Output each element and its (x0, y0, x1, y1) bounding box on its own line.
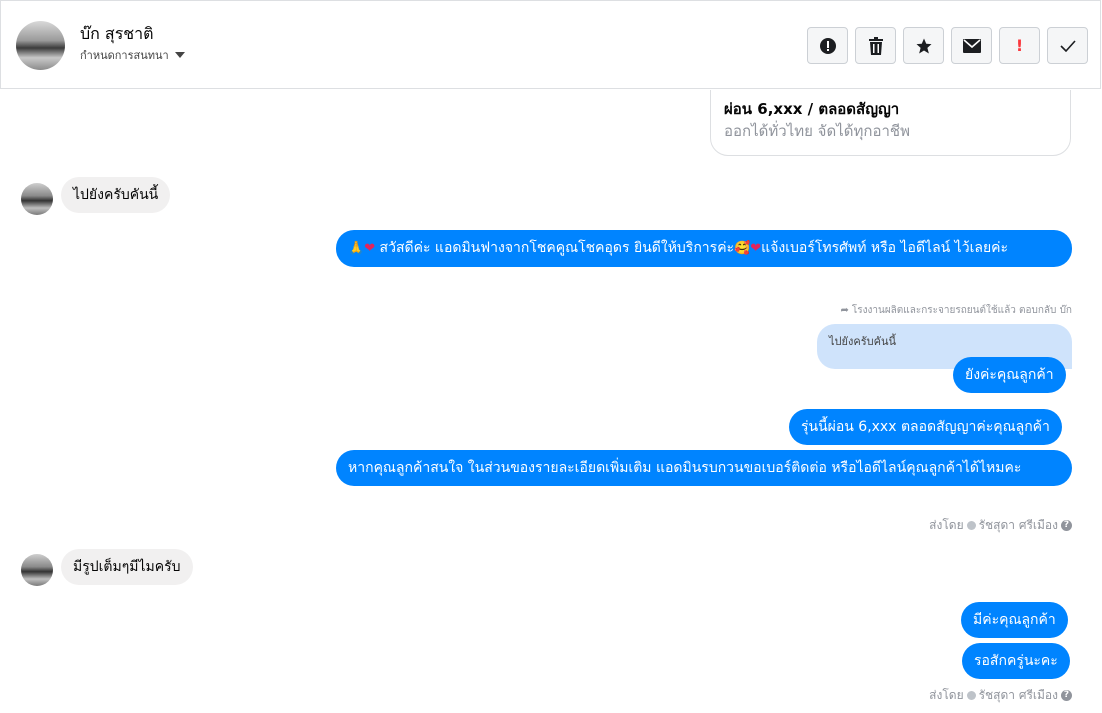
exclamation-icon: ! (1015, 36, 1024, 55)
sender-avatar (21, 554, 53, 586)
message-text-tail: แจ้งเบอร์โทรศัพท์ หรือ ไอดีไลน์ ไว้เลยค่… (761, 240, 1009, 256)
outgoing-message[interactable]: รุ่นนี้ผ่อน 6,xxx ตลอดสัญญาค่ะคุณลูกค้า (789, 409, 1062, 445)
sent-by-name[interactable]: รัชสุดา ศรีเมือง (979, 686, 1058, 705)
outgoing-message[interactable]: มีค่ะคุณลูกค้า (961, 602, 1068, 638)
heart-icon: ❤ (750, 241, 762, 256)
outgoing-message[interactable]: 🙏❤ สวัสดีค่ะ แอดมินฟางจากโชคคูณโชคอุดร ย… (336, 230, 1072, 267)
message-thread[interactable]: ผ่อน 6,xxx / ตลอดสัญญา ออกได้ทั่วไทย จัด… (0, 90, 1102, 713)
check-icon (1059, 39, 1076, 52)
reply-arrow-icon: ➦ (840, 305, 849, 316)
spam-button[interactable]: ! (999, 27, 1040, 64)
reply-meta-text: โรงงานผลิตและกระจายรถยนต์ใช้แล้ว ตอบกลับ… (851, 305, 1072, 316)
pray-icon: 🙏 (348, 241, 365, 256)
caret-down-icon (174, 52, 185, 58)
sender-avatar (21, 183, 53, 215)
trash-icon (868, 36, 883, 55)
star-button[interactable] (903, 27, 944, 64)
sent-by-meta: ส่งโดย รัชสุดา ศรีเมือง ? (929, 686, 1072, 705)
sent-by-label: ส่งโดย (929, 688, 964, 702)
sent-by-meta: ส่งโดย รัชสุดา ศรีเมือง ? (929, 516, 1072, 535)
sent-by-label: ส่งโดย (929, 518, 964, 532)
done-button[interactable] (1047, 27, 1088, 64)
reply-meta: ➦ โรงงานผลิตและกระจายรถยนต์ใช้แล้ว ตอบกล… (840, 303, 1072, 318)
help-icon[interactable]: ? (1061, 520, 1072, 531)
sent-by-name[interactable]: รัชสุดา ศรีเมือง (979, 516, 1058, 535)
outgoing-message[interactable]: ยังค่ะคุณลูกค้า (953, 357, 1066, 393)
incoming-message[interactable]: มีรูปเต็มๆมีไมครับ (61, 549, 193, 585)
outgoing-message[interactable]: หากคุณลูกค้าสนใจ ในส่วนของรายละเอียดเพิ่… (336, 450, 1072, 486)
sender-dot-icon (966, 691, 976, 700)
star-icon (916, 38, 931, 53)
mark-unread-button[interactable] (951, 27, 992, 64)
alert-circle-icon (819, 37, 836, 54)
contact-avatar[interactable] (16, 21, 65, 70)
link-preview-card[interactable]: ผ่อน 6,xxx / ตลอดสัญญา ออกได้ทั่วไทย จัด… (710, 90, 1071, 156)
heart-eyes-icon: 🥰 (734, 241, 751, 256)
outgoing-message[interactable]: รอสักครู่นะคะ (962, 643, 1070, 679)
conversation-header: บ๊ก สุรชาติ กำหนดการสนทนา ! (0, 0, 1101, 89)
help-icon[interactable]: ? (1061, 690, 1072, 701)
envelope-icon (962, 38, 981, 53)
heart-icon: ❤ (364, 241, 376, 256)
incoming-message[interactable]: ไปยังครับคันนี้ (61, 177, 171, 213)
preview-title: ผ่อน 6,xxx / ตลอดสัญญา (724, 100, 900, 118)
delete-button[interactable] (855, 27, 896, 64)
message-text: สวัสดีค่ะ แอดมินฟางจากโชคคูณโชคอุดร ยินด… (379, 240, 735, 256)
contact-name[interactable]: บ๊ก สุรชาติ (80, 22, 154, 47)
conversation-settings-label: กำหนดการสนทนา (80, 49, 169, 62)
sender-dot-icon (966, 521, 976, 530)
conversation-settings-dropdown[interactable]: กำหนดการสนทนา (80, 46, 185, 64)
preview-subtitle: ออกได้ทั่วไทย จัดได้ทุกอาชีพ (724, 122, 910, 140)
alert-button[interactable] (807, 27, 848, 64)
